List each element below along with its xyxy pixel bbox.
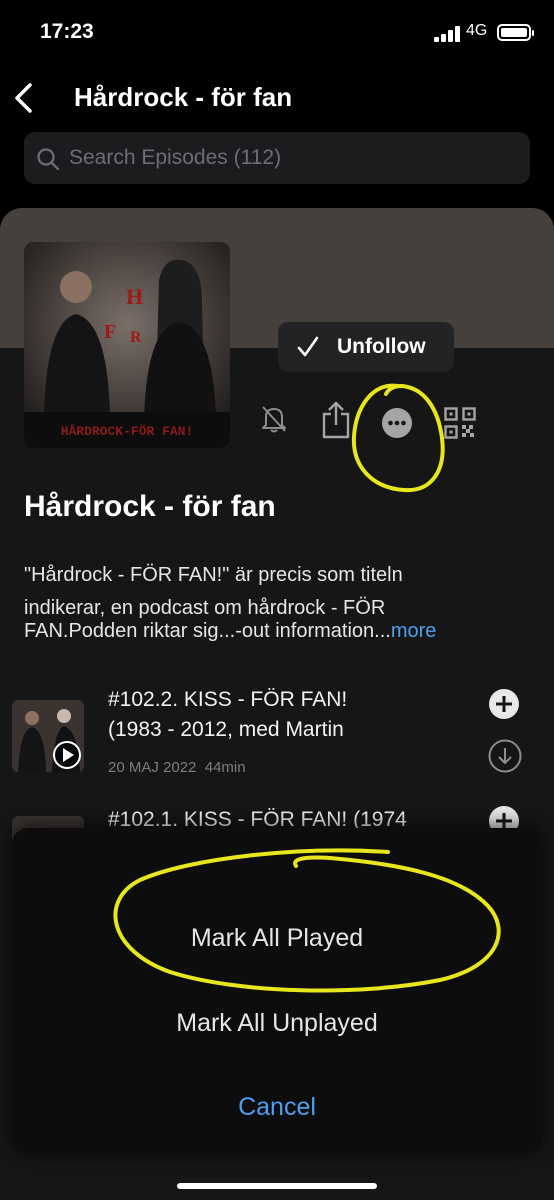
back-chevron-icon[interactable] (12, 82, 38, 114)
nav-title: Hårdrock - för fan (74, 82, 293, 112)
battery-icon (497, 24, 534, 41)
svg-text:H: H (126, 284, 143, 309)
cancel-button[interactable]: Cancel (12, 1093, 542, 1122)
episode-meta: 20 MAJ 2022 44min (108, 759, 246, 776)
mark-all-unplayed-button[interactable]: Mark All Unplayed (12, 1009, 542, 1038)
notification-off-bell-icon[interactable] (260, 404, 288, 434)
unfollow-button[interactable]: Unfollow (278, 322, 454, 372)
episode-duration: 44min (204, 759, 246, 776)
episode-title-line[interactable]: #102.2. KISS - FÖR FAN! (108, 688, 347, 712)
search-icon (37, 148, 60, 171)
search-placeholder: Search Episodes (112) (69, 146, 282, 169)
description-line: indikerar, en podcast om hårdrock - FÖR (24, 597, 386, 619)
description-last-line: FAN.Podden riktar sig...-out information… (24, 620, 436, 643)
description-line: FAN.Podden riktar sig...-out information… (24, 620, 391, 642)
episode-date: 20 MAJ 2022 (108, 759, 197, 776)
description-line: "Hårdrock - FÖR FAN!" är precis som tite… (24, 564, 403, 586)
signal-icon (434, 26, 460, 42)
share-icon[interactable] (320, 400, 352, 440)
podcast-title: Hårdrock - för fan (24, 490, 276, 523)
checkmark-icon (297, 336, 319, 357)
download-icon[interactable] (488, 739, 522, 773)
add-to-queue-icon[interactable] (488, 688, 520, 720)
svg-text:F: F (104, 321, 116, 343)
artwork-caption: HÅRDROCK-FÖR FAN! (61, 423, 194, 439)
home-indicator (177, 1183, 377, 1189)
svg-text:R: R (130, 329, 142, 346)
search-episodes-input[interactable]: Search Episodes (112) (24, 132, 530, 184)
more-options-icon[interactable] (382, 408, 412, 438)
action-sheet: Mark All Played Mark All Unplayed Cancel (12, 828, 542, 1154)
episode-title-line[interactable]: (1983 - 2012, med Martin (108, 718, 344, 742)
podcast-artwork: H F R HÅRDROCK-FÖR FAN! (24, 242, 230, 448)
more-link[interactable]: more (391, 620, 437, 642)
status-time: 17:23 (40, 20, 94, 43)
qr-code-icon[interactable] (444, 407, 476, 439)
unfollow-label: Unfollow (337, 335, 426, 358)
network-type: 4G (466, 22, 488, 39)
mark-all-played-button[interactable]: Mark All Played (12, 924, 542, 953)
episode-thumbnail[interactable] (12, 700, 84, 772)
